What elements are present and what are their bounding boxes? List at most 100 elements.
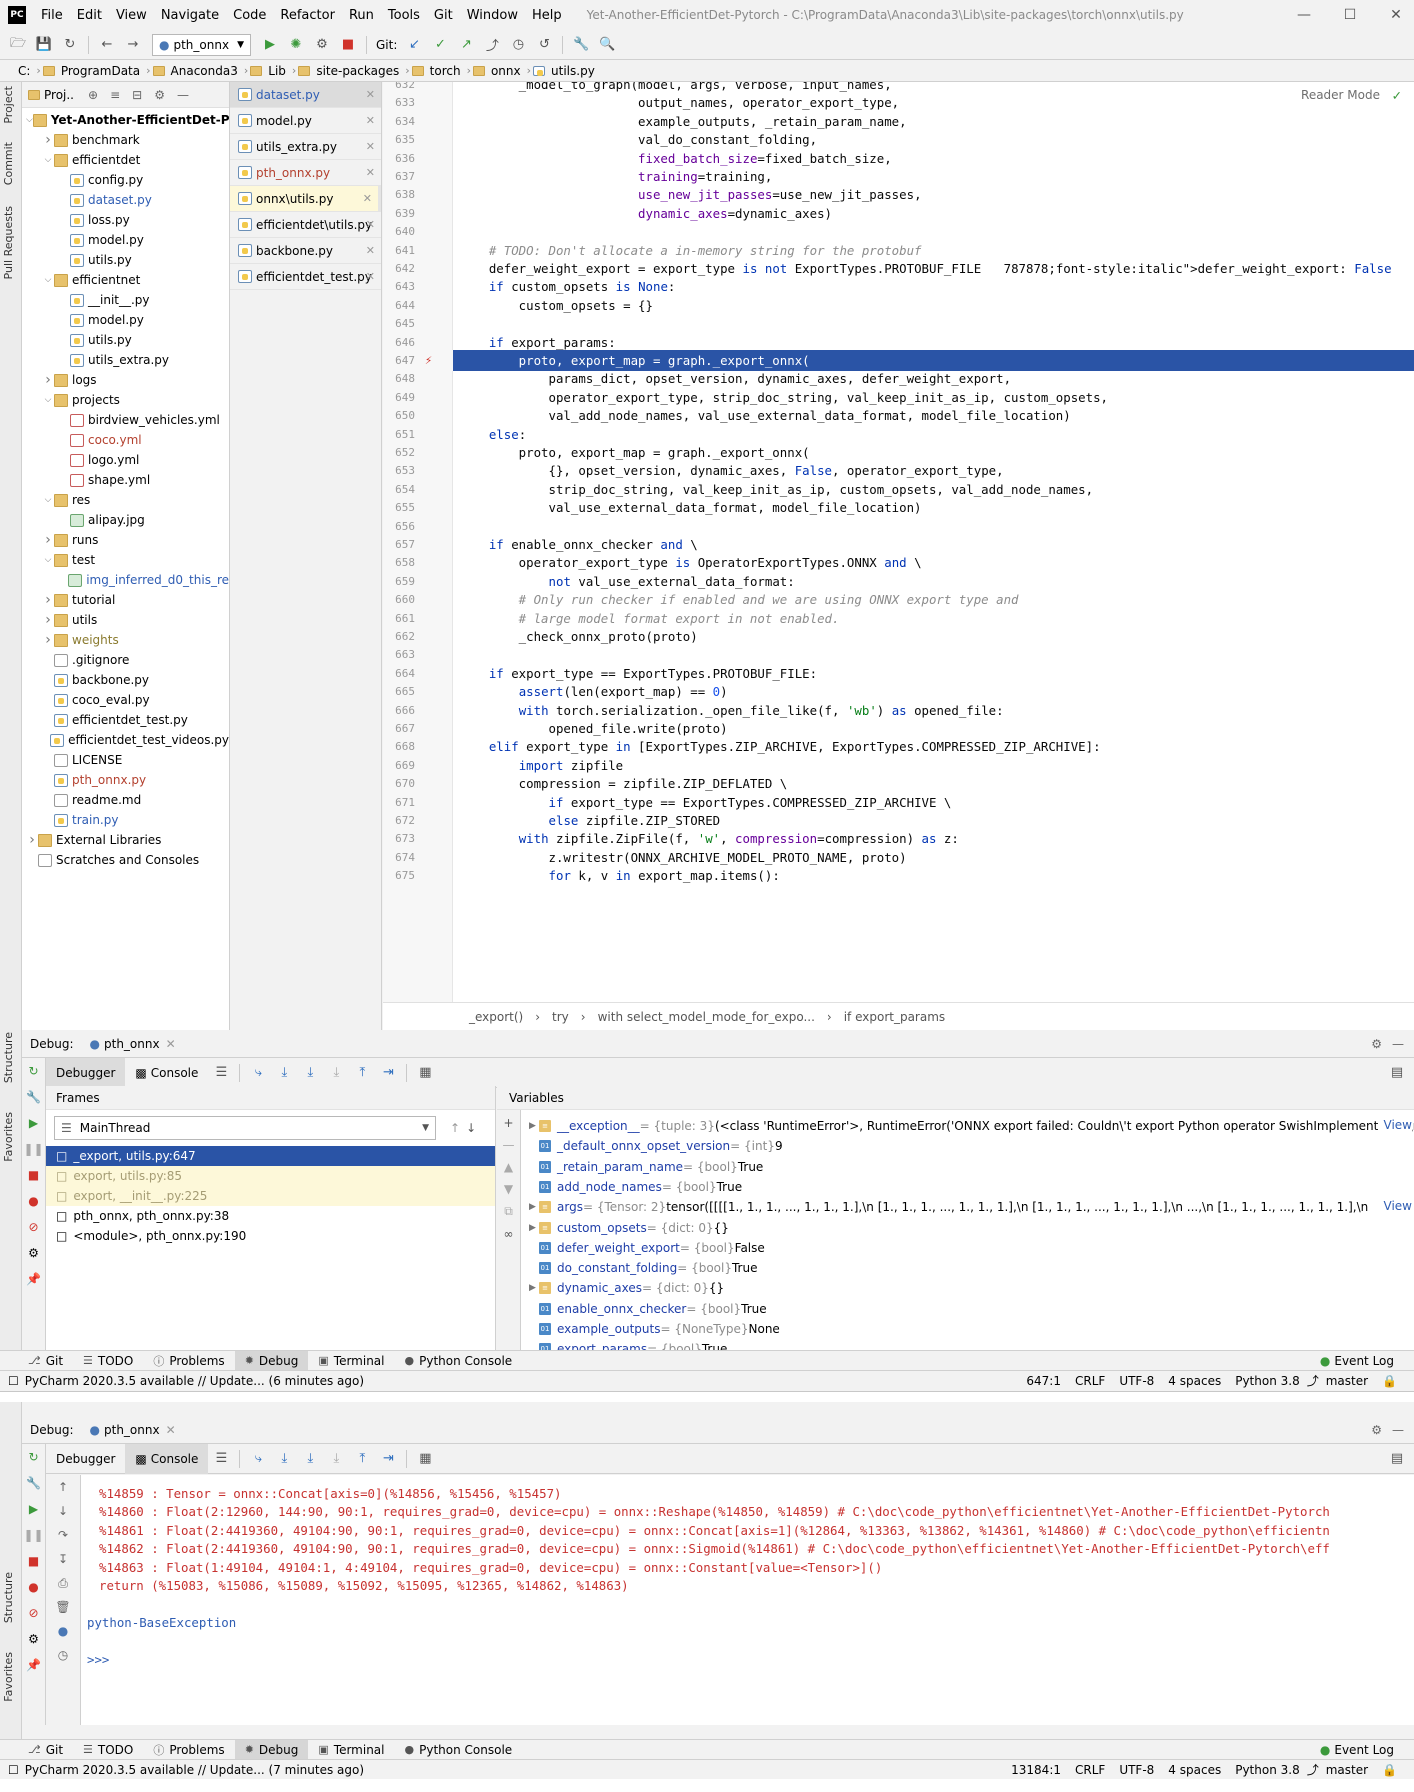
view-link[interactable]: View (1377, 1118, 1412, 1132)
variable-row[interactable]: ▶ ≡ __exception__ = {tuple: 3} (<class 'Ru… (525, 1116, 1414, 1136)
variable-row[interactable]: 01 _retain_param_name = {bool} True (525, 1157, 763, 1177)
chevron-right-icon[interactable]: ▶ (529, 1223, 536, 1233)
tree-item[interactable]: ⌵ test (22, 550, 229, 570)
stack-frame[interactable]: □ export, utils.py:85 (46, 1166, 495, 1186)
favorites-tool-tab[interactable]: Favorites (2, 1112, 15, 1162)
tree-item[interactable]: backbone.py (22, 670, 229, 690)
resume-icon[interactable]: ▶ (22, 1496, 45, 1522)
tree-item[interactable]: efficientdet_test.py (22, 710, 229, 730)
move-down-icon[interactable]: ▼ (497, 1182, 520, 1196)
chevron-right-icon[interactable]: ▶ (529, 1121, 536, 1131)
tool-tab-debug[interactable]: ✹ Debug (234, 1350, 309, 1371)
resume-icon[interactable]: ▶ (22, 1110, 45, 1136)
rerun-icon[interactable]: ↻ (22, 1058, 45, 1084)
editor-tab[interactable]: onnx\utils.py ✕ (230, 186, 381, 212)
variable-row[interactable]: 01 export_params = {bool} True (525, 1339, 727, 1350)
editor-breadcrumb-item[interactable]: try (546, 1010, 575, 1024)
clear-all-icon[interactable]: 🗑 (46, 1595, 80, 1619)
inspection-ok-icon[interactable]: ✓ (1392, 88, 1402, 103)
stack-frame[interactable]: □ export, __init__.py:225 (46, 1186, 495, 1206)
chevron-right-icon[interactable]: › (42, 612, 54, 628)
tab-console[interactable]: ▩ Console (125, 1443, 209, 1474)
step-over-icon[interactable]: ⤷ (246, 1062, 270, 1084)
project-tool-tab[interactable]: Project (2, 86, 15, 124)
step-out-icon[interactable]: ⤒ (350, 1062, 374, 1084)
close-tab-icon[interactable]: ✕ (366, 140, 375, 153)
git-branch[interactable]: master (1319, 1374, 1375, 1388)
variable-row[interactable]: 01 _default_onnx_opset_version = {int} 9 (525, 1136, 783, 1156)
next-frame-icon[interactable]: ↓ (466, 1121, 476, 1135)
chevron-right-icon[interactable]: › (42, 592, 54, 608)
close-tab-icon[interactable]: ✕ (366, 218, 375, 231)
tree-item[interactable]: › benchmark (22, 130, 229, 150)
commit-tool-tab[interactable]: Commit (2, 142, 15, 185)
rollback-icon[interactable]: ↺ (532, 34, 556, 56)
tree-item[interactable]: pth_onnx.py (22, 770, 229, 790)
editor-tab[interactable]: efficientdet_test.py ✕ (230, 264, 381, 290)
hide-panel-icon[interactable]: — (1392, 1037, 1404, 1051)
stop-icon[interactable]: ■ (22, 1162, 45, 1188)
menu-code[interactable]: Code (226, 8, 273, 23)
editor-tab[interactable]: pth_onnx.py ✕ (230, 160, 381, 186)
gear-icon[interactable]: ⚙ (22, 1240, 45, 1266)
lock-icon[interactable]: 🔒 (1375, 1763, 1404, 1777)
favorites-tool-tab[interactable]: Favorites (2, 1652, 15, 1702)
pause-icon[interactable]: ❚❚ (22, 1136, 45, 1162)
tab-debugger[interactable]: Debugger (46, 1057, 126, 1088)
scroll-up-icon[interactable]: ↑ (46, 1475, 80, 1499)
view-link[interactable]: View (1377, 1199, 1412, 1214)
view-breakpoints-icon[interactable]: ● (22, 1574, 45, 1600)
interpreter[interactable]: Python 3.8 (1228, 1763, 1307, 1777)
git-commit-icon[interactable]: ✓ (428, 34, 452, 56)
step-out-icon[interactable]: ⤒ (350, 1448, 374, 1470)
caret-position[interactable]: 647:1 (1019, 1374, 1068, 1388)
chevron-right-icon[interactable]: › (42, 132, 54, 148)
breadcrumb-item[interactable]: Anaconda3 (167, 64, 242, 78)
debug-console-output[interactable]: %14859 : Tensor = onnx::Concat[axis=0](%… (81, 1475, 1414, 1725)
editor-tab[interactable]: efficientdet\utils.py ✕ (230, 212, 381, 238)
mute-breakpoints-icon[interactable]: ⊘ (22, 1214, 45, 1240)
sync-icon[interactable]: ↻ (58, 34, 82, 56)
tree-item[interactable]: ⌵ efficientdet (22, 150, 229, 170)
gear-icon[interactable]: ⚙ (1371, 1037, 1382, 1051)
tab-debugger[interactable]: Debugger (46, 1444, 125, 1474)
coverage-icon[interactable]: ⚙ (310, 34, 334, 56)
chevron-right-icon[interactable]: ▶ (529, 1283, 536, 1293)
file-encoding[interactable]: UTF-8 (1112, 1763, 1161, 1777)
mute-breakpoints-icon[interactable]: ⊘ (22, 1600, 45, 1626)
line-separator[interactable]: CRLF (1068, 1763, 1112, 1777)
step-into-icon[interactable]: ⤓ (272, 1062, 296, 1084)
menu-tools[interactable]: Tools (381, 8, 427, 23)
hide-panel-icon[interactable]: — (1392, 1423, 1404, 1437)
tree-item[interactable]: › runs (22, 530, 229, 550)
copy-icon[interactable]: ⧉ (497, 1204, 520, 1219)
event-log-tab[interactable]: ● Event Log (1310, 1740, 1404, 1760)
maximize-icon[interactable]: ☐ (1327, 0, 1373, 30)
tool-tab-problems[interactable]: ⓘ Problems (143, 1740, 234, 1760)
tree-item[interactable]: › External Libraries (22, 830, 229, 850)
scroll-down-icon[interactable]: ↓ (46, 1499, 80, 1523)
restore-layout-icon[interactable]: ▤ (1385, 1062, 1409, 1084)
evaluate-expression-icon[interactable]: ▦ (413, 1062, 437, 1084)
close-tab-icon[interactable]: ✕ (363, 192, 372, 205)
stack-frame[interactable]: □ <module>, pth_onnx.py:190 (46, 1226, 495, 1246)
tree-item[interactable]: ⌵ efficientnet (22, 270, 229, 290)
breadcrumb-item[interactable]: C: (14, 64, 34, 78)
tool-tab-todo[interactable]: ☰ TODO (73, 1351, 143, 1371)
lock-icon[interactable]: 🔒 (1375, 1374, 1404, 1388)
pause-icon[interactable]: ❚❚ (22, 1522, 45, 1548)
status-message[interactable]: PyCharm 2020.3.5 available // Update... … (25, 1763, 364, 1777)
search-icon[interactable]: 🔍 (595, 34, 619, 56)
stack-frame[interactable]: □ pth_onnx, pth_onnx.py:38 (46, 1206, 495, 1226)
tree-item[interactable]: __init__.py (22, 290, 229, 310)
remove-watch-icon[interactable]: — (497, 1138, 520, 1152)
editor-tab[interactable]: backbone.py ✕ (230, 238, 381, 264)
pin-icon[interactable]: 📌 (22, 1266, 45, 1292)
project-panel-title[interactable]: Proj.. (44, 88, 74, 102)
glasses-icon[interactable]: ∞ (497, 1227, 520, 1241)
run-to-cursor-icon[interactable]: ⇥ (376, 1448, 400, 1470)
wrench-icon[interactable]: 🔧 (22, 1084, 45, 1110)
variable-row[interactable]: 01 enable_onnx_checker = {bool} True (525, 1299, 767, 1319)
stack-frame[interactable]: □ _export, utils.py:647 (46, 1146, 495, 1166)
expand-all-icon[interactable]: ≡ (110, 88, 120, 102)
